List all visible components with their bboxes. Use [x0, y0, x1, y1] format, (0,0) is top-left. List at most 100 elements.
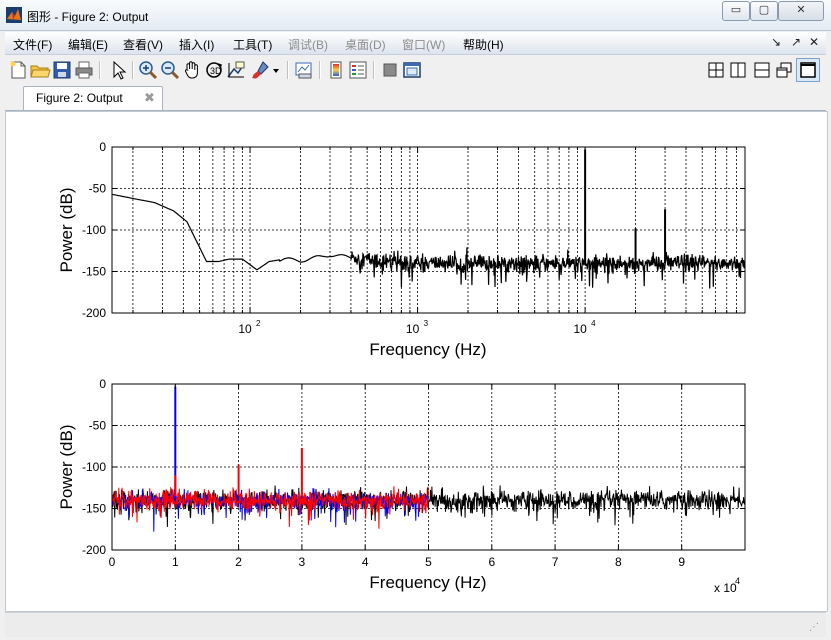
- toolbar-separator: [373, 61, 375, 79]
- data-cursor-button[interactable]: [225, 59, 247, 81]
- tab-figure-2[interactable]: Figure 2: Output ✖: [23, 86, 163, 110]
- tab-label: Figure 2: Output: [36, 91, 123, 105]
- zoom-in-icon: [139, 61, 158, 80]
- axes-top-xlabel: Frequency (Hz): [369, 340, 486, 359]
- float-button[interactable]: [773, 59, 795, 81]
- y-tick-label: -100: [82, 223, 106, 237]
- menu-help[interactable]: 帮助(H): [463, 36, 504, 53]
- link-plot-button[interactable]: [293, 59, 315, 81]
- pan-button[interactable]: [181, 59, 203, 81]
- menu-view[interactable]: 查看(V): [123, 36, 163, 53]
- minimize-icon: ▭: [730, 4, 742, 16]
- save-icon: [53, 61, 71, 79]
- axes-top-ticks: 0 -50 -100 -150 -200 10 2 10 3 10 4: [82, 140, 746, 336]
- x-tick-label-exp: 2: [256, 319, 261, 328]
- axes-bottom-ylabel: Power (dB): [57, 424, 76, 509]
- axes-bottom-ticks: 0 1 2 3 4 5 6 7 8 9 0 -50 -100 -150 -200: [82, 377, 745, 569]
- y-tick-label: 0: [99, 377, 106, 391]
- axes-top-grid: [112, 147, 746, 313]
- y-tick-label: -100: [82, 460, 106, 474]
- y-tick-label: -150: [82, 265, 106, 279]
- x-tick-label: 7: [552, 555, 559, 569]
- toolbar-separator: [319, 61, 321, 79]
- menu-window[interactable]: 窗口(W): [402, 36, 445, 53]
- menu-tools[interactable]: 工具(T): [233, 36, 272, 53]
- x-tick-label: 10: [406, 322, 420, 336]
- svg-text:3D: 3D: [210, 66, 222, 76]
- print-button[interactable]: [73, 59, 95, 81]
- x-multiplier-exp: 4: [735, 576, 740, 586]
- x-multiplier-base: x 10: [714, 581, 737, 595]
- new-figure-button[interactable]: [7, 59, 29, 81]
- dock-icon[interactable]: ↘: [771, 35, 781, 49]
- axes-top-data: [111, 149, 746, 289]
- maximize-icon: [800, 62, 816, 78]
- plots: 0 -50 -100 -150 -200 10 2 10 3 10 4 Frequency (Hz)…: [57, 140, 746, 595]
- chevron-down-icon: [273, 69, 279, 73]
- split-vertical-icon: [730, 62, 746, 78]
- zoom-in-button[interactable]: [137, 59, 159, 81]
- maximize-figure-button[interactable]: [796, 58, 820, 82]
- menu-bar: 文件(F) 编辑(E) 查看(V) 插入(I) 工具(T) 调试(B) 桌面(D…: [5, 32, 826, 55]
- colorbar-button[interactable]: [325, 59, 347, 81]
- axes-top-ylabel: Power (dB): [57, 187, 76, 272]
- legend-button[interactable]: [347, 59, 369, 81]
- show-plot-tools-icon: [403, 62, 421, 78]
- toolbar-separator: [287, 61, 289, 79]
- x-tick-label: 0: [109, 555, 116, 569]
- toolbar-separator: [132, 61, 134, 79]
- axes-bottom-xlabel: Frequency (Hz): [369, 573, 486, 592]
- undock-icon[interactable]: ↗: [791, 35, 801, 49]
- zoom-out-button[interactable]: [159, 59, 181, 81]
- select-button[interactable]: [107, 59, 129, 81]
- hide-plot-tools-button[interactable]: [379, 59, 401, 81]
- rotate-3d-icon: 3D: [206, 62, 222, 78]
- legend-icon: [349, 61, 367, 79]
- x-tick-label: 2: [235, 555, 242, 569]
- menu-edit[interactable]: 编辑(E): [68, 36, 108, 53]
- toolbar: 3D: [5, 56, 826, 84]
- menu-debug[interactable]: 调试(B): [288, 36, 328, 53]
- y-tick-label: -50: [89, 419, 107, 433]
- brush-button[interactable]: [249, 59, 271, 81]
- brush-menu-button[interactable]: [271, 59, 281, 81]
- split-vertical-button[interactable]: [727, 59, 749, 81]
- rotate-button[interactable]: 3D: [203, 59, 225, 81]
- x-tick-label: 9: [678, 555, 685, 569]
- x-tick-label: 10: [573, 322, 587, 336]
- float-icon: [776, 62, 792, 78]
- tile-button[interactable]: [705, 59, 727, 81]
- series-line: [111, 193, 746, 289]
- show-plot-tools-button[interactable]: [401, 59, 423, 81]
- split-horizontal-button[interactable]: [751, 59, 773, 81]
- close-icon: ✕: [796, 4, 806, 16]
- zoom-out-icon: [161, 61, 180, 80]
- menu-file[interactable]: 文件(F): [13, 36, 52, 53]
- menu-desktop[interactable]: 桌面(D): [345, 36, 386, 53]
- open-file-icon: [30, 65, 51, 78]
- data-cursor-icon: [227, 61, 245, 78]
- tab-close-icon[interactable]: ✖: [144, 90, 155, 106]
- link-plot-icon: [295, 62, 312, 79]
- minimize-button[interactable]: ▭: [722, 1, 750, 21]
- status-bar: ⋰: [5, 612, 826, 637]
- x-tick-label: 10: [238, 322, 252, 336]
- x-tick-label-exp: 3: [424, 319, 429, 328]
- x-tick-label: 6: [488, 555, 495, 569]
- matlab-logo-icon: [6, 7, 22, 23]
- y-tick-label: -200: [82, 306, 106, 320]
- menu-insert[interactable]: 插入(I): [179, 36, 214, 53]
- axes-bottom[interactable]: 0 1 2 3 4 5 6 7 8 9 0 -50 -100 -150 -200 Frequency (Hz…: [57, 377, 746, 595]
- resize-grip-icon[interactable]: ⋰: [809, 622, 819, 633]
- axes-top[interactable]: 0 -50 -100 -150 -200 10 2 10 3 10 4 Frequency (Hz)…: [57, 140, 746, 359]
- menu-close-icon[interactable]: ✕: [809, 35, 819, 49]
- maximize-button[interactable]: ▢: [750, 1, 778, 21]
- x-multiplier: x 10 4: [714, 576, 740, 595]
- open-file-button[interactable]: [29, 59, 51, 81]
- new-figure-icon: [10, 61, 26, 79]
- close-button[interactable]: ✕: [778, 1, 824, 21]
- pan-hand-icon: [184, 61, 198, 79]
- y-tick-label: -50: [89, 182, 107, 196]
- save-button[interactable]: [51, 59, 73, 81]
- document-tabs: Figure 2: Output ✖: [5, 84, 826, 111]
